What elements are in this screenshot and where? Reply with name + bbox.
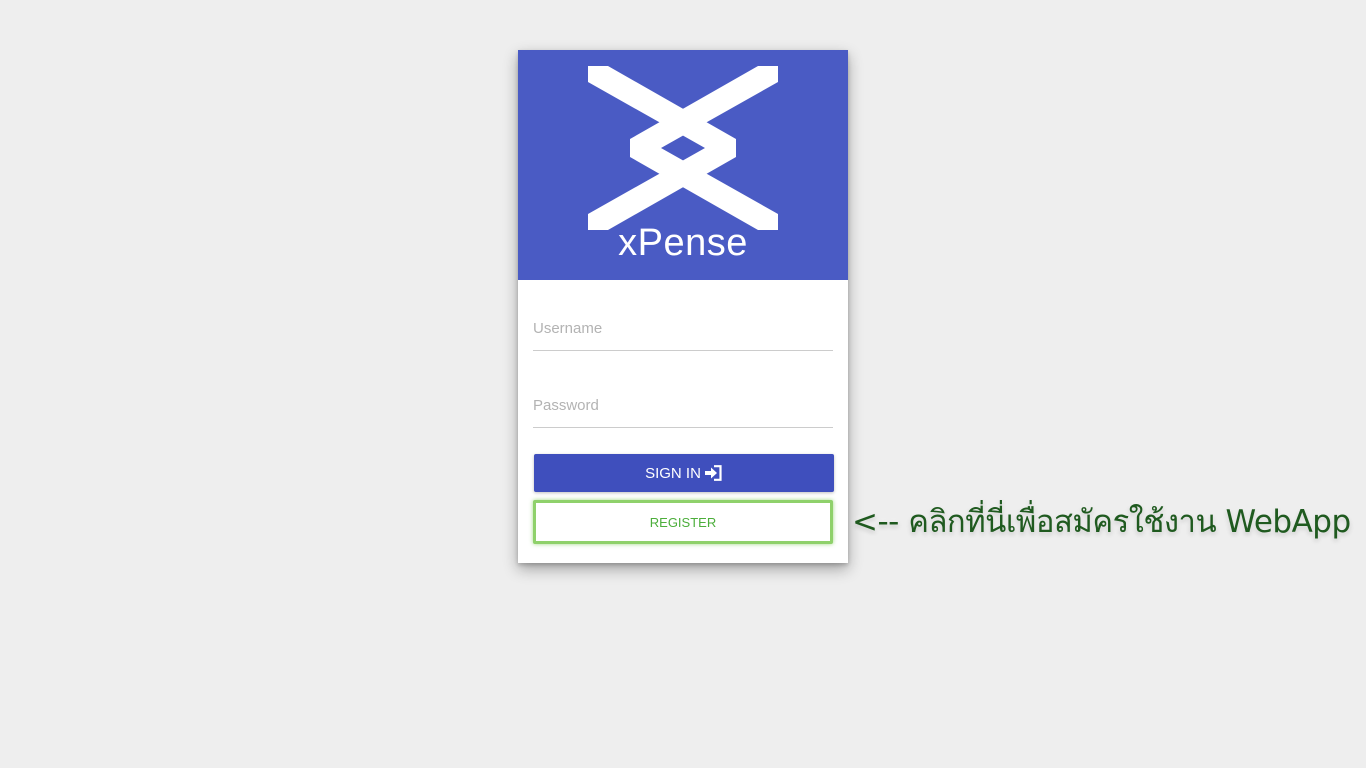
register-button[interactable]: REGISTER (533, 500, 833, 544)
xpense-x-logo-icon (588, 66, 778, 230)
username-field[interactable] (533, 306, 833, 351)
register-annotation-text: <-- คลิกที่นี่เพื่อสมัครใช้งาน WebApp (852, 504, 1351, 540)
sign-in-button[interactable]: SIGN IN (534, 454, 834, 492)
register-label: REGISTER (649, 514, 717, 530)
sign-in-label: SIGN IN (645, 464, 701, 482)
card-header: xPense (518, 50, 848, 280)
brand-title: xPense (618, 222, 748, 264)
password-field[interactable] (533, 383, 833, 428)
sign-in-icon (704, 465, 722, 481)
login-card: xPense SIGN IN REGISTER (518, 50, 848, 563)
